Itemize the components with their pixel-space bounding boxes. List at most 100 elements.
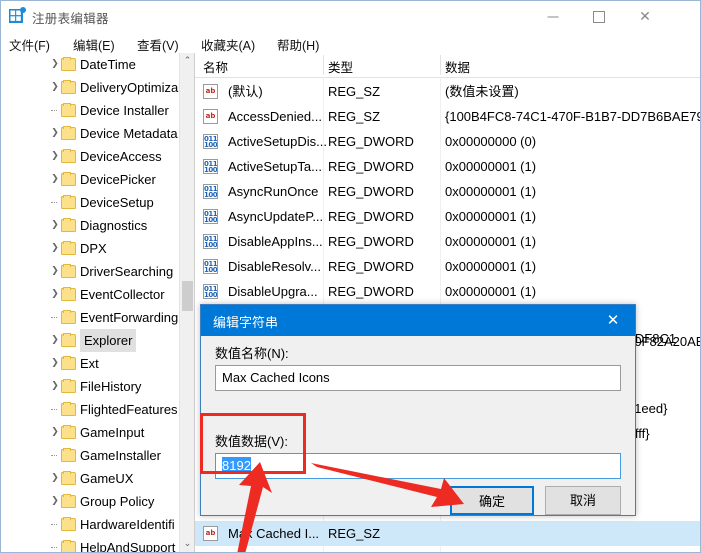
table-row[interactable]: 011 100 DisableAppIns... REG_DWORD 0x0000000… xyxy=(195,229,700,254)
folder-icon xyxy=(61,356,76,370)
table-row[interactable]: 011 100 DisableResolv... REG_DWORD 0x0000000… xyxy=(195,254,700,279)
chevron-right-icon[interactable]: ❯ xyxy=(49,168,61,191)
value-name: DisableAppIns... xyxy=(228,234,323,249)
folder-icon xyxy=(61,126,76,140)
tree-item-label: FlightedFeatures xyxy=(80,402,178,417)
menu-item-help[interactable]: 帮助(H) xyxy=(277,35,319,54)
value-name: DisableResolv... xyxy=(228,259,321,274)
tree-item-helpandsupport[interactable]: HelpAndSupport xyxy=(1,536,179,552)
tree-item-flightedfeatures[interactable]: FlightedFeatures xyxy=(1,398,179,421)
value-data: 0x00000001 (1) xyxy=(445,159,537,174)
table-row[interactable]: ab AccessDenied... REG_SZ {100B4FC8-74C1-47… xyxy=(195,104,700,129)
chevron-right-icon[interactable]: ❯ xyxy=(49,76,61,99)
tree-item-hardwareidentifi[interactable]: HardwareIdentifi xyxy=(1,513,179,536)
chevron-right-icon[interactable]: ❯ xyxy=(49,145,61,168)
tree-item-label: HelpAndSupport xyxy=(80,540,176,552)
tree-item-device-metadata[interactable]: ❯ Device Metadata xyxy=(1,122,179,145)
maximize-icon xyxy=(593,10,605,23)
dialog-close-icon[interactable]: ✕ xyxy=(591,305,635,336)
menu-item-edit[interactable]: 编辑(E) xyxy=(73,35,115,54)
tree-line xyxy=(51,202,57,203)
tree-item-eventcollector[interactable]: ❯ EventCollector xyxy=(1,283,179,306)
reg-dword-icon: 011100 xyxy=(203,134,218,149)
tree-item-label: Diagnostics xyxy=(80,218,148,233)
value-data: 0x00000000 (0) xyxy=(445,134,537,149)
close-button[interactable]: ✕ xyxy=(622,1,668,32)
tree-scrollbar[interactable]: ⌃ ⌄ xyxy=(179,53,195,552)
menu-item-favorites[interactable]: 收藏夹(A) xyxy=(201,35,255,54)
tree-item-driversearching[interactable]: ❯ DriverSearching xyxy=(1,260,179,283)
folder-icon xyxy=(61,494,76,508)
chevron-right-icon[interactable]: ❯ xyxy=(49,329,61,352)
chevron-right-icon[interactable]: ❯ xyxy=(49,375,61,398)
tree-item-devicepicker[interactable]: ❯ DevicePicker xyxy=(1,168,179,191)
tree-item-eventforwarding[interactable]: EventForwarding xyxy=(1,306,179,329)
tree-item-explorer[interactable]: ❯ Explorer xyxy=(1,329,179,352)
chevron-right-icon[interactable]: ❯ xyxy=(49,467,61,490)
table-row[interactable]: 011 100 AsyncRunOnce REG_DWORD 0x00000001 (1… xyxy=(195,179,700,204)
reg-dword-icon: 011100 xyxy=(203,209,218,224)
menu-item-view[interactable]: 查看(V) xyxy=(137,35,179,54)
menu-bar: 文件(F) 编辑(E) 查看(V) 收藏夹(A) 帮助(H) xyxy=(1,32,700,53)
column-header-type[interactable]: 类型 xyxy=(328,57,353,76)
table-row[interactable]: 011 100 AsyncUpdateP... REG_DWORD 0x00000001… xyxy=(195,204,700,229)
chevron-right-icon[interactable]: ❯ xyxy=(49,352,61,375)
value-type: REG_DWORD xyxy=(328,259,414,274)
tree-item-gameux[interactable]: ❯ GameUX xyxy=(1,467,179,490)
tree-item-ext[interactable]: ❯ Ext xyxy=(1,352,179,375)
table-row[interactable]: 011 100 DisableUpgra... REG_DWORD 0x00000001… xyxy=(195,279,700,304)
tree-item-devicesetup[interactable]: DeviceSetup xyxy=(1,191,179,214)
value-type: REG_DWORD xyxy=(328,209,414,224)
tree-item-device-installer[interactable]: Device Installer xyxy=(1,99,179,122)
tree-item-deliveryoptimiza[interactable]: ❯ DeliveryOptimiza xyxy=(1,76,179,99)
column-header-data[interactable]: 数据 xyxy=(445,57,470,76)
chevron-right-icon[interactable]: ❯ xyxy=(49,490,61,513)
tree-item-gameinput[interactable]: ❯ GameInput xyxy=(1,421,179,444)
tree-item-label: Explorer xyxy=(80,329,137,352)
chevron-right-icon[interactable]: ❯ xyxy=(49,53,61,76)
value-type: REG_DWORD xyxy=(328,159,414,174)
tree-item-label: EventForwarding xyxy=(80,310,179,325)
value-data: 0x00000001 (1) xyxy=(445,259,537,274)
menu-item-file[interactable]: 文件(F) xyxy=(9,35,50,54)
tree-item-label: Ext xyxy=(80,356,99,371)
table-row[interactable]: ab (默认) REG_SZ (数值未设置) xyxy=(195,79,700,104)
value-name: DisableUpgra... xyxy=(228,284,318,299)
value-name-input[interactable]: Max Cached Icons xyxy=(215,365,621,391)
ok-button[interactable]: 确定 xyxy=(450,486,534,515)
chevron-right-icon[interactable]: ❯ xyxy=(49,214,61,237)
table-row[interactable]: 011 100 ActiveSetupTa... REG_DWORD 0x0000000… xyxy=(195,154,700,179)
tree-item-deviceaccess[interactable]: ❯ DeviceAccess xyxy=(1,145,179,168)
chevron-right-icon[interactable]: ❯ xyxy=(49,421,61,444)
tree-item-label: DeviceSetup xyxy=(80,195,154,210)
tree-item-diagnostics[interactable]: ❯ Diagnostics xyxy=(1,214,179,237)
annotation-highlight-box xyxy=(200,413,306,474)
folder-icon xyxy=(61,57,76,71)
table-row[interactable]: 011 100 ActiveSetupDis... REG_DWORD 0x000000… xyxy=(195,129,700,154)
scrollbar-thumb[interactable] xyxy=(182,281,193,311)
tree-item-filehistory[interactable]: ❯ FileHistory xyxy=(1,375,179,398)
chevron-right-icon[interactable]: ❯ xyxy=(49,283,61,306)
registry-editor-icon xyxy=(9,7,26,23)
tree-item-datetime[interactable]: ❯ DateTime xyxy=(1,53,179,76)
chevron-right-icon[interactable]: ❯ xyxy=(49,260,61,283)
value-name-label: 数值名称(N): xyxy=(215,346,289,361)
chevron-right-icon[interactable]: ❯ xyxy=(49,122,61,145)
maximize-button[interactable] xyxy=(576,1,622,32)
registry-tree[interactable]: ❯ DateTime ❯ DeliveryOptimiza Device Install… xyxy=(1,53,179,552)
table-row[interactable]: ab Max Cached I... REG_SZ xyxy=(195,521,700,546)
column-header-name[interactable]: 名称 xyxy=(203,57,228,76)
tree-item-gameinstaller[interactable]: GameInstaller xyxy=(1,444,179,467)
scroll-up-icon[interactable]: ⌃ xyxy=(180,53,195,69)
tree-item-dpx[interactable]: ❯ DPX xyxy=(1,237,179,260)
chevron-right-icon[interactable]: ❯ xyxy=(49,237,61,260)
tree-item-label: Group Policy xyxy=(80,494,155,509)
tree-line xyxy=(51,524,57,525)
folder-icon xyxy=(61,287,76,301)
minimize-button[interactable] xyxy=(530,1,576,32)
title-bar: 注册表编辑器 ✕ xyxy=(1,1,700,32)
scroll-down-icon[interactable]: ⌄ xyxy=(180,536,195,552)
cancel-button[interactable]: 取消 xyxy=(545,486,621,515)
reg-dword-icon: 011100 xyxy=(203,159,218,174)
tree-item-group-policy[interactable]: ❯ Group Policy xyxy=(1,490,179,513)
